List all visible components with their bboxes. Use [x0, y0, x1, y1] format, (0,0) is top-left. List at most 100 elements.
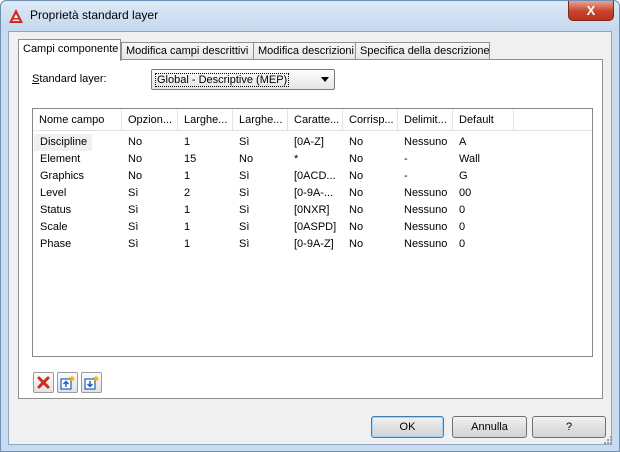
column-header-corrispondenza[interactable]: Corrisp...: [343, 109, 398, 131]
cell-larghezza-1: 1: [184, 170, 191, 182]
resize-grip-icon[interactable]: [603, 435, 613, 445]
cell-larghezza-1: 1: [184, 221, 191, 233]
column-header-caratteri[interactable]: Caratte...: [288, 109, 343, 131]
cell-default: A: [459, 136, 467, 148]
cell-larghezza-1: 2: [184, 187, 191, 199]
cell-corrispondenza: No: [349, 187, 364, 199]
cell-nome-campo: Level: [40, 187, 67, 199]
cell-delimitatore: Nessuno: [404, 204, 448, 216]
cell-delimitatore: Nessuno: [404, 136, 448, 148]
cell-larghezza-1: 1: [184, 136, 191, 148]
cell-delimitatore: Nessuno: [404, 238, 448, 250]
column-header-opzionale[interactable]: Opzion...: [122, 109, 178, 131]
column-header-nome-campo[interactable]: Nome campo: [33, 109, 122, 131]
tab-panel-campi-componente: Standard layer: Global - Descriptive (ME…: [18, 59, 603, 399]
cell-default: 00: [459, 187, 472, 199]
cell-nome-campo: Discipline: [34, 134, 92, 151]
tab-modifica-descrizioni[interactable]: Modifica descrizioni: [253, 42, 356, 60]
tab-modifica-campi-descrittivi[interactable]: Modifica campi descrittivi: [121, 42, 254, 60]
cell-corrispondenza: No: [349, 170, 364, 182]
cell-caratteri: [0ASPD]: [294, 221, 337, 233]
insert-field-above-button[interactable]: [57, 372, 78, 393]
insert-above-icon: [60, 375, 76, 390]
table-row[interactable]: Status Sì 1 Sì [0NXR] No Nessuno 0: [33, 202, 592, 219]
cell-larghezza-2: Sì: [239, 238, 250, 250]
cell-delimitatore: -: [404, 170, 408, 182]
autocad-logo-icon: [9, 9, 23, 23]
cell-delimitatore: Nessuno: [404, 187, 448, 199]
cell-delimitatore: -: [404, 153, 408, 165]
cell-nome-campo: Status: [40, 204, 72, 216]
standard-layer-selected-value: Global - Descriptive (MEP): [155, 73, 290, 87]
column-header-larghezza-2[interactable]: Larghe...: [233, 109, 288, 131]
insert-field-below-button[interactable]: [81, 372, 102, 393]
cancel-button[interactable]: Annulla: [452, 416, 527, 438]
cell-opzionale: Sì: [128, 221, 139, 233]
cell-larghezza-2: Sì: [239, 136, 250, 148]
table-header: Nome campo Opzion... Larghe... Larghe...…: [33, 109, 592, 131]
cell-larghezza-2: Sì: [239, 221, 250, 233]
component-fields-table[interactable]: Nome campo Opzion... Larghe... Larghe...…: [32, 108, 593, 357]
cell-caratteri: *: [294, 153, 299, 165]
cell-opzionale: Sì: [128, 238, 139, 250]
cell-larghezza-2: No: [239, 153, 254, 165]
cell-corrispondenza: No: [349, 238, 364, 250]
cell-larghezza-2: Sì: [239, 204, 250, 216]
cell-default: Wall: [459, 153, 480, 165]
dialog-client-area: Campi componente Modifica campi descritt…: [8, 31, 612, 445]
insert-below-icon: [84, 375, 100, 390]
cell-larghezza-2: Sì: [239, 187, 250, 199]
cell-nome-campo: Graphics: [40, 170, 85, 182]
cell-nome-campo: Scale: [40, 221, 68, 233]
tab-campi-componente[interactable]: Campi componente: [18, 39, 121, 61]
cell-default: 0: [459, 204, 466, 216]
tab-specifica-descrizione[interactable]: Specifica della descrizione: [355, 42, 490, 60]
cell-larghezza-1: 1: [184, 204, 191, 216]
cell-caratteri: [0NXR]: [294, 204, 330, 216]
cell-opzionale: No: [128, 170, 143, 182]
table-row[interactable]: Level Sì 2 Sì [0-9A-... No Nessuno 00: [33, 185, 592, 202]
table-row[interactable]: Phase Sì 1 Sì [0-9A-Z] No Nessuno 0: [33, 236, 592, 253]
cell-opzionale: No: [128, 136, 143, 148]
standard-layer-dropdown[interactable]: Global - Descriptive (MEP): [151, 69, 335, 90]
cell-larghezza-1: 1: [184, 238, 191, 250]
cell-caratteri: [0A-Z]: [294, 136, 324, 148]
cell-opzionale: Sì: [128, 187, 139, 199]
cell-default: G: [459, 170, 468, 182]
table-row[interactable]: Scale Sì 1 Sì [0ASPD] No Nessuno 0: [33, 219, 592, 236]
cell-default: 0: [459, 221, 466, 233]
cell-default: 0: [459, 238, 466, 250]
cell-corrispondenza: No: [349, 204, 364, 216]
cell-opzionale: No: [128, 153, 143, 165]
window-title: Proprietà standard layer: [30, 8, 159, 22]
cell-nome-campo: Element: [40, 153, 81, 165]
standard-layer-label-text: tandard layer:: [39, 73, 107, 85]
close-icon: X: [586, 3, 596, 18]
delete-field-button[interactable]: [33, 372, 54, 393]
table-row[interactable]: Element No 15 No * No - Wall: [33, 151, 592, 168]
help-button[interactable]: ?: [532, 416, 606, 438]
cell-nome-campo: Phase: [40, 238, 72, 250]
close-button[interactable]: X: [568, 1, 614, 21]
table-row[interactable]: Graphics No 1 Sì [0ACD... No - G: [33, 168, 592, 185]
column-header-default[interactable]: Default: [453, 109, 514, 131]
cell-corrispondenza: No: [349, 221, 364, 233]
column-header-larghezza-1[interactable]: Larghe...: [178, 109, 233, 131]
cell-corrispondenza: No: [349, 153, 364, 165]
table-row[interactable]: Discipline No 1 Sì [0A-Z] No Nessuno A: [33, 134, 592, 151]
dialog-window: Proprietà standard layer X Campi compone…: [0, 0, 620, 452]
cell-opzionale: Sì: [128, 204, 139, 216]
delete-icon: [37, 376, 50, 389]
chevron-down-icon: [321, 77, 329, 82]
cell-corrispondenza: No: [349, 136, 364, 148]
cell-caratteri: [0-9A-Z]: [294, 238, 334, 250]
cell-delimitatore: Nessuno: [404, 221, 448, 233]
standard-layer-label: Standard layer:: [32, 73, 107, 85]
cell-larghezza-1: 15: [184, 153, 197, 165]
title-bar[interactable]: Proprietà standard layer X: [1, 1, 619, 31]
ok-button[interactable]: OK: [371, 416, 444, 438]
cell-larghezza-2: Sì: [239, 170, 250, 182]
cell-caratteri: [0-9A-...: [294, 187, 334, 199]
column-header-delimitatore[interactable]: Delimit...: [398, 109, 453, 131]
cell-caratteri: [0ACD...: [294, 170, 336, 182]
